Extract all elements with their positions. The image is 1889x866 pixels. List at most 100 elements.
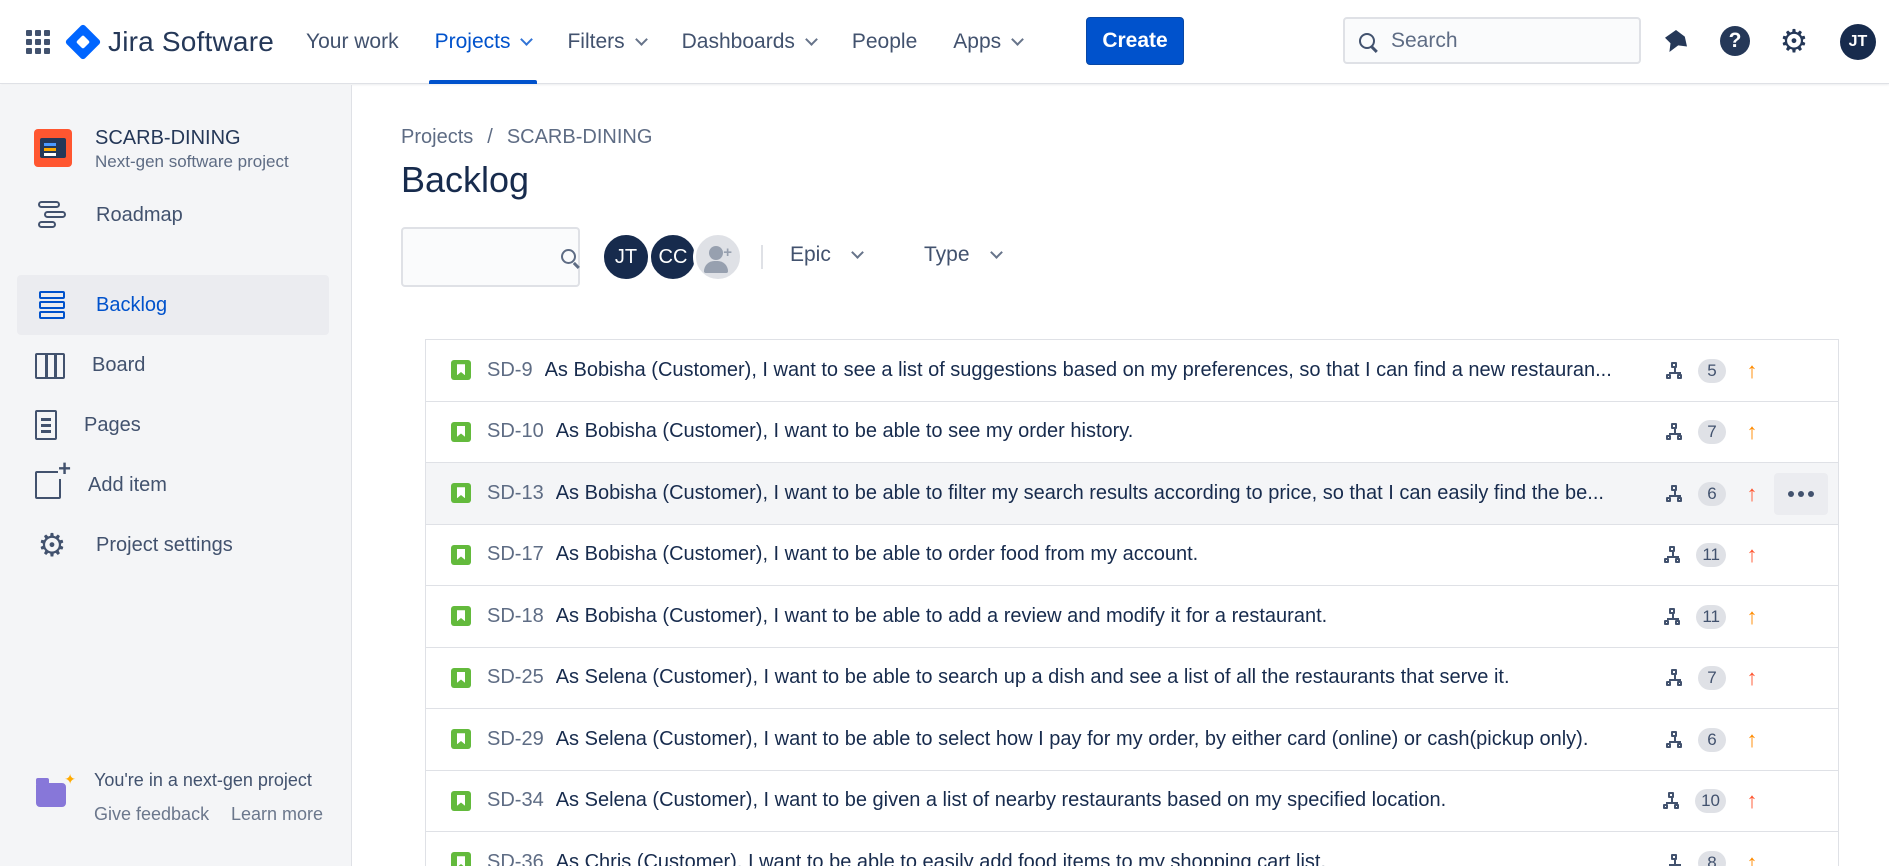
issue-summary[interactable]: As Bobisha (Customer), I want to be able… [556,605,1328,628]
sidebar-item-add-item[interactable]: Add item [17,455,329,515]
issue-key[interactable]: SD-9 [487,359,533,382]
more-actions-button[interactable] [1774,473,1828,515]
nav-your-work-label: Your work [306,30,399,53]
child-issues-icon[interactable] [1666,669,1684,687]
issue-key[interactable]: SD-10 [487,420,544,443]
child-issues-icon[interactable] [1663,792,1681,810]
search-icon [1359,32,1375,49]
issue-summary[interactable]: As Selena (Customer), I want to be able … [556,666,1510,689]
child-issues-icon[interactable] [1666,361,1684,380]
priority-high-icon: ↑ [1746,788,1758,813]
nav-apps[interactable]: Apps [953,0,1025,84]
learn-more-link[interactable]: Learn more [231,804,323,825]
breadcrumb: Projects / SCARB-DINING [401,126,652,149]
type-filter-label: Type [924,243,970,266]
child-issues-icon[interactable] [1666,730,1684,749]
nav-filters[interactable]: Filters [567,0,648,84]
story-points-badge[interactable]: 7 [1698,420,1726,444]
priority-medium-icon: ↑ [1746,603,1758,629]
settings-gear-icon[interactable]: ⚙ [1777,24,1811,58]
sidebar-item-pages[interactable]: Pages [17,395,329,455]
project-type: Next-gen software project [95,152,289,171]
type-filter-dropdown[interactable]: Type [924,243,1003,267]
breadcrumb-project[interactable]: SCARB-DINING [507,126,653,149]
child-issues-icon[interactable] [1664,607,1682,626]
sidebar-item-project-settings[interactable]: ⚙ Project settings [17,515,329,575]
global-search[interactable] [1343,17,1641,64]
notifications-icon[interactable] [1659,24,1693,58]
issue-key[interactable]: SD-34 [487,789,544,812]
story-icon [451,360,471,381]
story-points-badge[interactable]: 7 [1698,666,1726,690]
backlog-icon [35,288,69,322]
issue-row[interactable]: SD-13 As Bobisha (Customer), I want to be… [426,463,1838,525]
issue-key[interactable]: SD-36 [487,851,544,866]
issue-summary[interactable]: As Selena (Customer), I want to be given… [556,789,1446,812]
issue-row[interactable]: SD-17 As Bobisha (Customer), I want to be… [426,524,1838,586]
breadcrumb-projects[interactable]: Projects [401,126,473,149]
create-button[interactable]: Create [1086,17,1184,65]
issue-row[interactable]: SD-18 As Bobisha (Customer), I want to be… [426,586,1838,648]
story-icon [451,729,471,750]
story-points-badge[interactable]: 5 [1698,358,1726,383]
child-issues-icon[interactable] [1666,853,1684,866]
sidebar-item-roadmap[interactable]: Roadmap [17,185,329,245]
story-points-badge[interactable]: 6 [1698,727,1726,752]
issue-key[interactable]: SD-29 [487,728,544,751]
user-avatar[interactable]: JT [1840,24,1876,60]
chevron-down-icon [1011,32,1025,46]
story-points-badge[interactable]: 6 [1698,481,1726,506]
nav-projects-label: Projects [434,30,511,53]
nav-people[interactable]: People [852,0,917,84]
chevron-down-icon [634,32,648,46]
nav-your-work[interactable]: Your work [306,0,399,84]
issue-summary[interactable]: As Chris (Customer), I want to be able t… [556,851,1326,866]
app-switcher-icon[interactable] [26,30,50,54]
story-icon [451,790,471,811]
nav-projects[interactable]: Projects [428,0,538,84]
issue-row[interactable]: SD-9 As Bobisha (Customer), I want to see… [426,340,1838,402]
story-points-badge[interactable]: 11 [1696,604,1726,629]
issue-key[interactable]: SD-17 [487,543,544,566]
assignee-avatar-jt[interactable]: JT [601,232,651,282]
issue-summary[interactable]: As Bobisha (Customer), I want to be able… [556,420,1134,443]
help-icon[interactable]: ? [1718,24,1752,58]
child-issues-icon[interactable] [1664,546,1682,564]
sidebar-item-label: Pages [84,413,141,436]
issue-row[interactable]: SD-29 As Selena (Customer), I want to be … [426,709,1838,771]
issue-meta: 6 ↑ [1666,709,1760,770]
breadcrumb-separator: / [487,126,493,148]
epic-filter-dropdown[interactable]: Epic [790,243,864,267]
child-issues-icon[interactable] [1666,423,1684,441]
sidebar-item-board[interactable]: Board [17,335,329,395]
search-input[interactable] [1391,28,1631,53]
issue-summary[interactable]: As Bobisha (Customer), I want to be able… [556,543,1199,566]
backlog-search-input[interactable] [401,227,580,287]
story-points-badge[interactable]: 10 [1695,789,1726,813]
issue-row[interactable]: SD-34 As Selena (Customer), I want to be … [426,770,1838,832]
story-points-badge[interactable]: 11 [1696,543,1726,567]
assignee-avatar-cc[interactable]: CC [648,232,698,282]
sidebar-item-backlog[interactable]: Backlog [17,275,329,335]
issue-summary[interactable]: As Bobisha (Customer), I want to see a l… [545,359,1612,382]
issue-row[interactable]: SD-36 As Chris (Customer), I want to be a… [426,832,1838,866]
epic-filter-label: Epic [790,243,831,266]
sidebar-item-label: Backlog [96,293,168,316]
issue-summary[interactable]: As Selena (Customer), I want to be able … [556,728,1589,751]
next-gen-notice: You're in a next-gen project [94,770,312,790]
jira-logo[interactable]: Jira Software [64,22,274,62]
issue-row[interactable]: SD-10 As Bobisha (Customer), I want to be… [426,401,1838,463]
issue-row[interactable]: SD-25 As Selena (Customer), I want to be … [426,647,1838,709]
child-issues-icon[interactable] [1666,484,1684,503]
story-points-badge[interactable]: 8 [1698,850,1726,866]
project-name[interactable]: SCARB-DINING [95,127,241,150]
issue-summary[interactable]: As Bobisha (Customer), I want to be able… [556,482,1604,505]
issue-key[interactable]: SD-25 [487,666,544,689]
story-icon [451,544,471,565]
issue-key[interactable]: SD-13 [487,482,544,505]
add-people-icon[interactable]: + [693,232,743,282]
give-feedback-link[interactable]: Give feedback [94,804,209,825]
issue-key[interactable]: SD-18 [487,605,544,628]
sidebar-item-label: Roadmap [96,203,183,226]
nav-dashboards[interactable]: Dashboards [682,0,818,84]
